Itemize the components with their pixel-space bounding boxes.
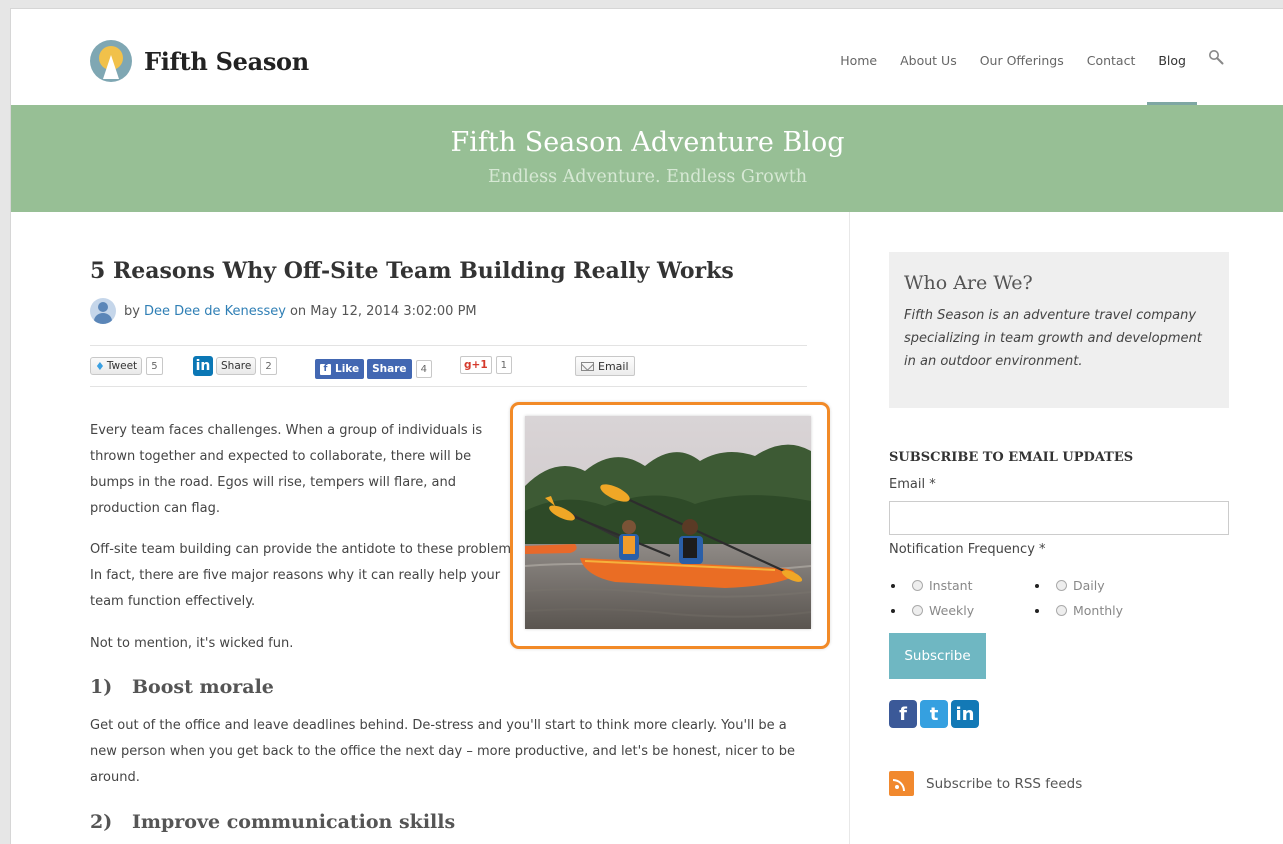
column-divider xyxy=(849,212,850,844)
radio-monthly[interactable]: Monthly xyxy=(1035,603,1123,618)
about-widget: Who Are We? Fifth Season is an adventure… xyxy=(889,252,1229,408)
post-date: on May 12, 2014 3:02:00 PM xyxy=(289,303,477,319)
banner-subtitle: Endless Adventure. Endless Growth xyxy=(487,167,808,187)
gplus-count: 1 xyxy=(495,356,513,374)
email-field[interactable] xyxy=(889,501,1229,535)
post-paragraph: Off-site team building can provide the a… xyxy=(90,542,522,609)
radio-daily[interactable]: Daily xyxy=(1035,578,1105,593)
post-title: 5 Reasons Why Off-Site Team Building Rea… xyxy=(90,258,734,284)
site-logo[interactable]: Fifth Season xyxy=(90,40,309,82)
linkedin-icon[interactable]: in xyxy=(951,700,979,728)
radio-circle[interactable] xyxy=(912,580,923,591)
radio-instant[interactable]: Instant xyxy=(891,578,973,593)
gplus-widget: g +1 1 xyxy=(460,356,513,374)
facebook-count: 4 xyxy=(415,360,432,378)
subscribe-button[interactable]: Subscribe xyxy=(889,633,986,679)
gplus-button[interactable]: g +1 xyxy=(460,356,492,374)
facebook-icon[interactable]: f xyxy=(889,700,917,728)
section-heading: 1) Boost morale xyxy=(90,676,274,698)
post-content: 5 Reasons Why Off-Site Team Building Rea… xyxy=(90,212,830,844)
twitter-bird-icon: ♦ xyxy=(95,359,105,373)
facebook-like-button[interactable]: f Like xyxy=(315,359,365,379)
section-title: Improve communication skills xyxy=(132,811,456,833)
author-link[interactable]: Dee Dee de Kenessey xyxy=(144,304,286,319)
twitter-icon[interactable]: t xyxy=(920,700,948,728)
nav-our-offerings[interactable]: Our Offerings xyxy=(980,53,1064,68)
radio-label: Weekly xyxy=(929,603,975,618)
linkedin-widget: in Share 2 xyxy=(193,356,277,376)
radio-circle[interactable] xyxy=(1056,580,1067,591)
radio-circle[interactable] xyxy=(1056,605,1067,616)
radio-label: Monthly xyxy=(1073,603,1124,618)
about-text: Fifth Season is an adventure travel comp… xyxy=(904,308,1202,369)
blog-banner: Fifth Season Adventure Blog Endless Adve… xyxy=(11,105,1283,212)
tweet-widget: ♦ Tweet 5 xyxy=(90,357,163,375)
social-share-bar: ♦ Tweet 5 in Share 2 f Like Share 4 g +1… xyxy=(90,345,807,387)
search-icon[interactable] xyxy=(1208,49,1224,65)
email-share-widget: Email xyxy=(575,356,635,376)
facebook-widget: f Like Share 4 xyxy=(315,359,432,379)
facebook-icon: f xyxy=(320,363,331,375)
rss-label: Subscribe to RSS feeds xyxy=(926,775,1083,792)
post-byline: by Dee Dee de Kenessey on May 12, 2014 3… xyxy=(90,298,477,324)
rss-link[interactable]: Subscribe to RSS feeds xyxy=(889,771,1082,796)
nav-home[interactable]: Home xyxy=(840,53,877,68)
post-image-highlight xyxy=(510,402,830,649)
section-heading: 2) Improve communication skills xyxy=(90,811,455,833)
tweet-label: Tweet xyxy=(106,360,138,372)
envelope-icon xyxy=(581,361,594,371)
post-paragraph: Get out of the office and leave deadline… xyxy=(90,718,795,785)
email-share-button[interactable]: Email xyxy=(575,356,635,376)
social-links: f t in xyxy=(889,700,982,728)
section-number: 2) xyxy=(90,811,113,833)
about-title: Who Are We? xyxy=(904,272,1033,294)
byline-by: by xyxy=(124,303,140,319)
email-share-label: Email xyxy=(598,359,629,373)
rss-icon xyxy=(889,771,914,796)
section-title: Boost morale xyxy=(132,676,274,698)
linkedin-count: 2 xyxy=(260,357,277,375)
facebook-share-button[interactable]: Share xyxy=(367,359,412,379)
section-number: 1) xyxy=(90,676,113,698)
linkedin-share-button[interactable]: Share xyxy=(216,357,257,375)
site-name: Fifth Season xyxy=(144,46,309,76)
author-avatar xyxy=(90,298,116,324)
radio-label: Instant xyxy=(929,578,973,593)
main-nav: Home About Us Our Offerings Contact Blog xyxy=(817,49,1224,105)
frequency-label: Notification Frequency * xyxy=(889,542,1046,557)
tweet-button[interactable]: ♦ Tweet xyxy=(90,357,143,375)
web-page: Fifth Season Home About Us Our Offerings… xyxy=(10,8,1283,844)
linkedin-icon[interactable]: in xyxy=(193,356,213,376)
tweet-count: 5 xyxy=(146,357,163,375)
nav-contact[interactable]: Contact xyxy=(1087,53,1136,68)
site-header: Fifth Season Home About Us Our Offerings… xyxy=(11,9,1283,105)
post-paragraph: Not to mention, it's wicked fun. xyxy=(90,636,294,651)
kayakers-photo[interactable] xyxy=(525,416,811,629)
logo-icon xyxy=(90,40,132,82)
radio-circle[interactable] xyxy=(912,605,923,616)
nav-blog[interactable]: Blog xyxy=(1147,53,1197,105)
nav-about-us[interactable]: About Us xyxy=(900,53,957,68)
gplus-label: +1 xyxy=(471,359,488,371)
subscribe-heading: SUBSCRIBE TO EMAIL UPDATES xyxy=(889,450,1134,465)
radio-weekly[interactable]: Weekly xyxy=(891,603,974,618)
gplus-icon: g xyxy=(464,359,472,371)
facebook-like-label: Like xyxy=(335,363,360,375)
sidebar: Who Are We? Fifth Season is an adventure… xyxy=(889,212,1229,844)
radio-label: Daily xyxy=(1073,578,1105,593)
banner-title: Fifth Season Adventure Blog xyxy=(450,127,845,158)
post-paragraph: Every team faces challenges. When a grou… xyxy=(90,423,483,516)
email-label: Email * xyxy=(889,477,936,492)
